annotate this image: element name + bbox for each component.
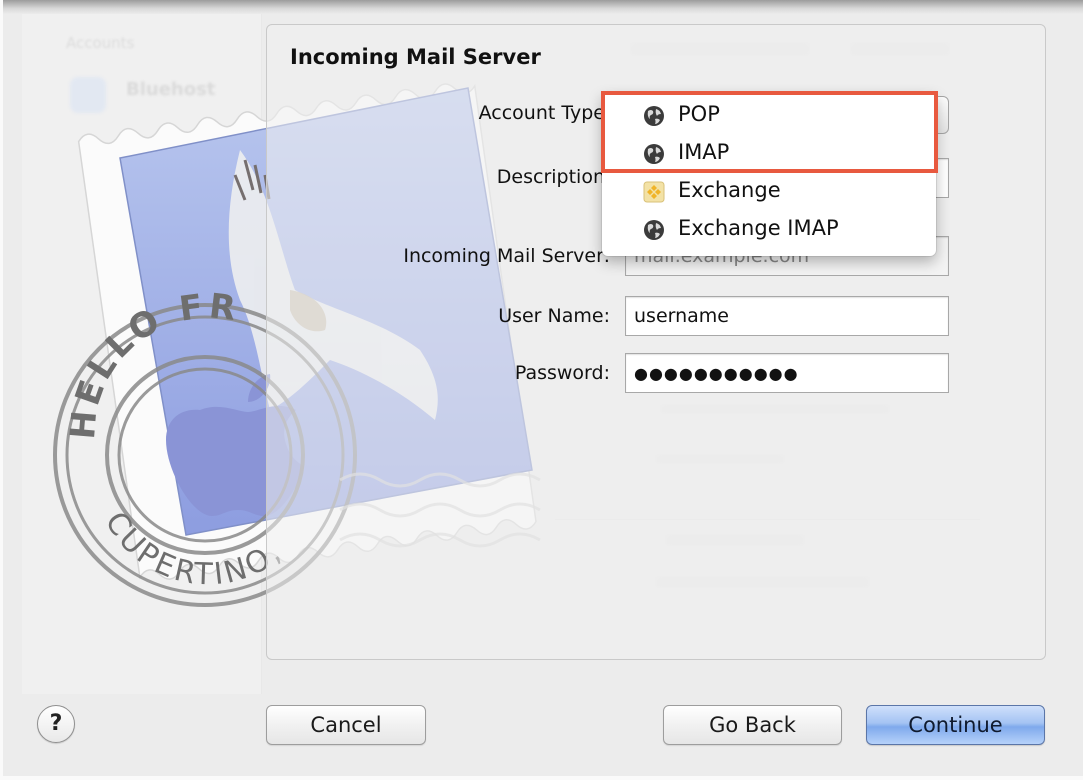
account-type-menu: POP IMAP Exchange Exchange IMAP	[602, 92, 936, 256]
exchange-icon	[643, 181, 665, 203]
window-top-shadow	[0, 0, 1083, 14]
sheet-title: Incoming Mail Server	[290, 45, 541, 69]
menu-item-exchange[interactable]: Exchange	[602, 172, 936, 210]
globe-icon	[644, 106, 664, 126]
menu-item-label: POP	[678, 102, 720, 126]
user-name-field[interactable]	[625, 296, 949, 336]
cancel-button[interactable]: Cancel	[266, 705, 426, 745]
account-type-label: Account Type	[478, 102, 605, 124]
go-back-button[interactable]: Go Back	[663, 705, 842, 745]
globe-icon	[644, 220, 664, 240]
user-name-label: User Name:	[498, 305, 610, 327]
menu-item-exchange-imap[interactable]: Exchange IMAP	[602, 210, 936, 248]
help-button[interactable]: ?	[37, 705, 75, 743]
password-label: Password:	[514, 362, 610, 384]
menu-item-pop[interactable]: POP	[602, 96, 936, 134]
globe-icon	[644, 144, 664, 164]
incoming-server-label: Incoming Mail Server:	[403, 245, 610, 267]
background-accounts-label: Accounts	[66, 34, 135, 52]
menu-item-label: IMAP	[678, 140, 730, 164]
password-field[interactable]: ●●●●●●●●●●●	[625, 353, 949, 393]
window-bottom-edge	[0, 776, 1083, 780]
menu-item-label: Exchange IMAP	[678, 216, 839, 240]
menu-item-label: Exchange	[678, 178, 781, 202]
menu-item-imap[interactable]: IMAP	[602, 134, 936, 172]
description-label: Description	[496, 166, 605, 188]
continue-button[interactable]: Continue	[866, 705, 1045, 745]
